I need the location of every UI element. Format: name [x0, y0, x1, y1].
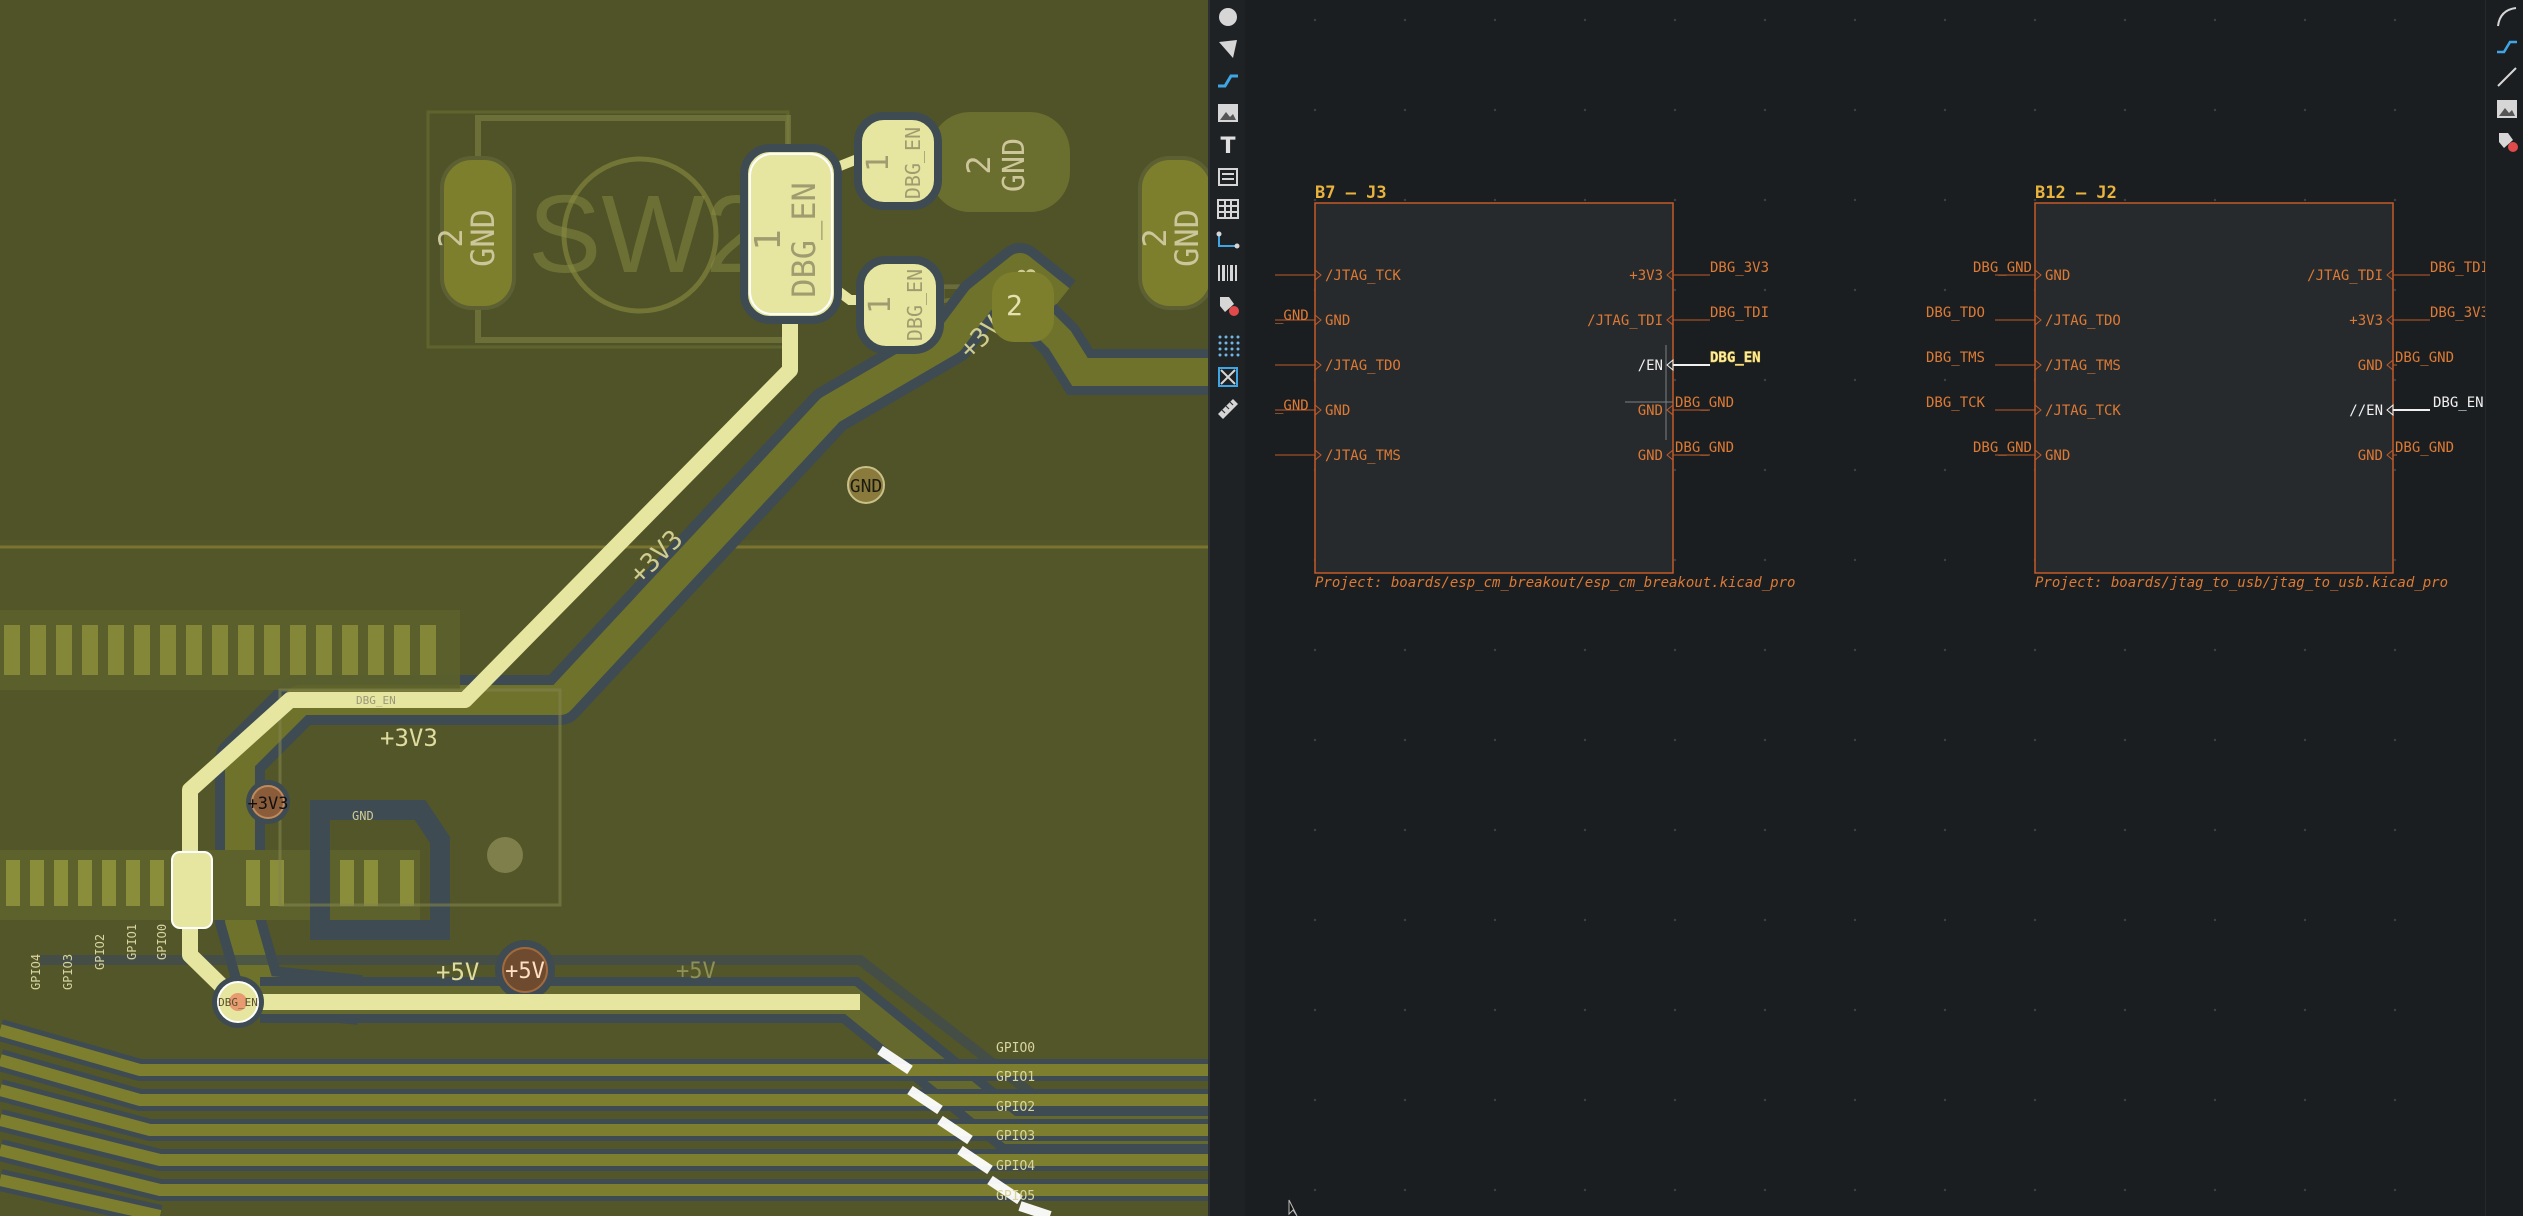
table-icon[interactable] [1215, 196, 1241, 222]
image-icon[interactable] [1215, 100, 1241, 126]
svg-text:DBG_EN: DBG_EN [903, 269, 927, 341]
drawing-toolbar: T [1208, 0, 1247, 1216]
circle-icon[interactable] [1215, 4, 1241, 30]
svg-text:DBG_EN: DBG_EN [901, 127, 925, 199]
connector-pad-row[interactable] [0, 610, 460, 690]
sheet-pin: /JTAG_TDI [2307, 268, 2383, 284]
no-connect-icon[interactable] [1215, 364, 1241, 390]
schematic-toolbar [2485, 0, 2523, 1216]
svg-text:1: 1 [863, 296, 898, 314]
wire-icon[interactable] [2494, 34, 2520, 60]
svg-text:T: T [1220, 134, 1235, 158]
net-label: DBG_TDO [1926, 305, 1985, 321]
net-label: DBG_TMS [1926, 350, 1985, 366]
sheet-pin: /JTAG_TMS [1325, 448, 1401, 464]
net-label: DBG_GND [2395, 440, 2454, 456]
gnd-via-label: GND [850, 476, 883, 497]
gpio-label-3: GPIO3 [996, 1129, 1035, 1144]
net-label: DBG_GND [1973, 440, 2032, 456]
sheet-pin: //EN [2349, 403, 2383, 419]
delete-icon[interactable] [2494, 128, 2520, 154]
gpio-diag-label-2: GPIO2 [93, 934, 107, 970]
textbox-icon[interactable] [1215, 164, 1241, 190]
net-label: _GND [1275, 308, 1309, 324]
svg-text:1: 1 [748, 229, 789, 251]
delete-icon[interactable] [1215, 292, 1241, 318]
net-label: DBG_TCK [1926, 395, 1986, 411]
gpio-label-0: GPIO0 [996, 1041, 1035, 1056]
dbg-en-track-label: DBG_EN [356, 694, 396, 707]
route-track-icon[interactable] [1215, 68, 1241, 94]
dbg-en-via-label: DBG_EN [218, 996, 258, 1009]
pcb-canvas[interactable]: SW2 2 GND 2 GND 2 GND R5 +3V3 +3V3 +3V3 … [0, 0, 1208, 1216]
svg-text:GND: GND [1168, 209, 1206, 267]
sw2-ref-label: SW2 [528, 173, 766, 296]
line-icon[interactable] [2494, 64, 2520, 90]
sheet-pin: GND [1325, 313, 1350, 329]
text-icon[interactable]: T [1215, 132, 1241, 159]
net-label: DBG_EN [2433, 395, 2484, 411]
svg-text:DBG_EN: DBG_EN [785, 182, 823, 298]
sheet-pin: /JTAG_TCK [2045, 403, 2121, 419]
sheet-pin: GND [1638, 403, 1663, 419]
sheet-project-file: Project: boards/jtag_to_usb/jtag_to_usb.… [2035, 575, 2448, 591]
sheet-pin: GND [1325, 403, 1350, 419]
sheet-project-file: Project: boards/esp_cm_breakout/esp_cm_b… [1315, 575, 1795, 591]
grid-icon[interactable] [1215, 332, 1241, 358]
polygon-icon[interactable] [1215, 36, 1241, 62]
track-label-3v3-d: +3V3 [380, 724, 438, 752]
svg-text:2: 2 [1006, 289, 1023, 322]
track-label-5v-a: +5V [436, 958, 479, 986]
sheet-pin: /JTAG_TDI [1587, 313, 1663, 329]
via-3v3-label: +3V3 [248, 794, 289, 814]
net-label-selected: DBG_EN [1710, 350, 1761, 366]
net-label: DBG_TDI [1710, 305, 1769, 321]
barcode-icon[interactable] [1215, 260, 1241, 286]
svg-text:GND: GND [464, 209, 502, 267]
sheet-pin: GND [2358, 358, 2383, 374]
gpio-label-2: GPIO2 [996, 1100, 1035, 1115]
image-icon[interactable] [2494, 96, 2520, 122]
sheet-title: B7 – J3 [1315, 183, 1387, 203]
sheet-title: B12 – J2 [2035, 183, 2117, 203]
net-label: DBG_3V3 [2430, 305, 2485, 321]
sheet-pin: /JTAG_TMS [2045, 358, 2121, 374]
net-label: DBG_TDI [2430, 260, 2485, 276]
net-label: DBG_GND [1973, 260, 2032, 276]
arc-icon[interactable] [2494, 4, 2520, 30]
schematic-canvas[interactable]: B7 – J3 Project: boards/esp_cm_breakout/… [1245, 0, 2485, 1216]
net-label: DBG_GND [1675, 440, 1734, 456]
svg-text:2: 2 [960, 155, 998, 174]
net-label: _GND [1275, 398, 1309, 414]
sheet-pin: /JTAG_TCK [1325, 268, 1401, 284]
gpio-label-4: GPIO4 [996, 1159, 1035, 1174]
gpio-diag-label-1: GPIO3 [61, 954, 75, 990]
sheet-pin: /JTAG_TDO [2045, 313, 2121, 329]
net-label: DBG_GND [1675, 395, 1734, 411]
net-label: DBG_GND [2395, 350, 2454, 366]
gpio-diag-label-0: GPIO4 [29, 954, 43, 990]
svg-text:GND: GND [997, 138, 1032, 192]
gpio-diag-label-3: GPIO1 [125, 924, 139, 960]
sheet-pin: +3V3 [2349, 313, 2383, 329]
gnd-label-small: GND [352, 809, 374, 823]
sheet-pin: GND [2045, 448, 2070, 464]
measure-icon[interactable] [1215, 396, 1241, 422]
sheet-pin: GND [2358, 448, 2383, 464]
via-5v-label: +5V [505, 959, 545, 984]
sheet-pin: +3V3 [1629, 268, 1663, 284]
track-label-5v-c: +5V [676, 959, 716, 984]
sheet-pin: GND [2045, 268, 2070, 284]
gpio-diag-label-4: GPIO0 [155, 924, 169, 960]
sheet-pin: /EN [1638, 358, 1663, 374]
sheet-pin: GND [1638, 448, 1663, 464]
gpio-label-5: GPIO5 [996, 1189, 1035, 1204]
svg-text:1: 1 [861, 154, 896, 172]
gpio-label-1: GPIO1 [996, 1070, 1035, 1085]
dimension-icon[interactable] [1215, 228, 1241, 254]
sheet-pin: /JTAG_TDO [1325, 358, 1401, 374]
net-label: DBG_3V3 [1710, 260, 1769, 276]
